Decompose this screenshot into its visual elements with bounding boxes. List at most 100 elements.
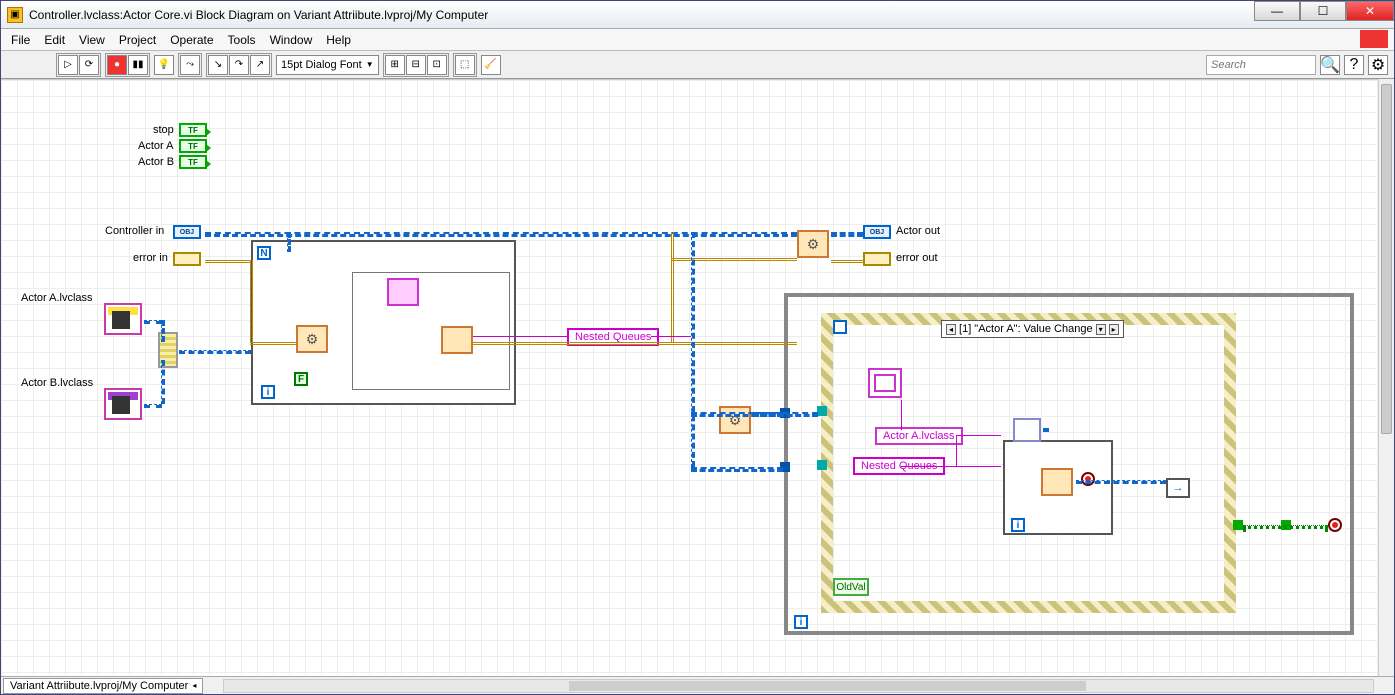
close-button[interactable]: ✕: [1346, 1, 1394, 21]
wire-classb-1[interactable]: [144, 404, 162, 408]
inner-case[interactable]: [352, 272, 510, 390]
event-data-oldval[interactable]: OldVal: [833, 578, 869, 596]
menu-help[interactable]: Help: [326, 33, 351, 47]
retain-wires-button[interactable]: ⤳: [180, 55, 200, 75]
while-loop-i[interactable]: i: [794, 615, 808, 629]
wire-classref-v[interactable]: [956, 435, 957, 466]
help-button[interactable]: ?: [1344, 55, 1364, 75]
horizontal-scrollbar[interactable]: [223, 679, 1374, 693]
wire-error-to-out[interactable]: [831, 260, 863, 263]
wire-bundle-out[interactable]: [179, 350, 251, 354]
for-loop-i[interactable]: i: [261, 385, 275, 399]
tunnel-event-left-1[interactable]: [817, 406, 827, 416]
minimize-button[interactable]: —: [1254, 1, 1300, 21]
menu-operate[interactable]: Operate: [170, 33, 213, 47]
resize-button[interactable]: ⊡: [427, 55, 447, 75]
hscroll-thumb[interactable]: [569, 681, 1086, 691]
wire-error-up[interactable]: [671, 232, 674, 342]
menu-edit[interactable]: Edit: [44, 33, 65, 47]
tunnel-event-right[interactable]: [1233, 520, 1243, 530]
settings-button[interactable]: ⚙: [1368, 55, 1388, 75]
const-class-a[interactable]: [104, 303, 142, 335]
wire-error-to-merge[interactable]: [671, 258, 797, 261]
wire-actor-down-to-event[interactable]: [691, 232, 695, 467]
wire-queue-ref-1[interactable]: [473, 336, 567, 337]
run-button[interactable]: ▷: [58, 55, 78, 75]
false-constant[interactable]: F: [294, 372, 308, 386]
run-cont-button[interactable]: ⟳: [79, 55, 99, 75]
wire-reg-to-while[interactable]: [753, 412, 818, 417]
menu-window[interactable]: Window: [270, 33, 313, 47]
wire-actor-ref-main[interactable]: [205, 232, 797, 237]
unbundle-node[interactable]: [1013, 418, 1041, 442]
merge-subvi[interactable]: [797, 230, 829, 258]
while-loop-stop[interactable]: [1328, 518, 1342, 532]
cleanup-button[interactable]: 🧹: [481, 55, 501, 75]
terminal-error-out[interactable]: [863, 252, 891, 266]
event-case-selector[interactable]: ◂ [1] "Actor A": Value Change ▾ ▸: [941, 320, 1124, 338]
font-selector[interactable]: 15pt Dialog Font ▼: [276, 55, 379, 75]
wire-classa-1[interactable]: [144, 320, 162, 324]
terminal-error-in[interactable]: [173, 252, 201, 266]
unbundle-class-const[interactable]: [387, 278, 419, 306]
wire-queue-ref-2[interactable]: [651, 336, 691, 337]
highlight-button[interactable]: 💡: [154, 55, 174, 75]
menu-tools[interactable]: Tools: [228, 33, 256, 47]
menu-view[interactable]: View: [79, 33, 105, 47]
register-events-subvi[interactable]: [719, 406, 751, 434]
terminal-actor-out[interactable]: OBJ: [863, 225, 891, 239]
wire-actor-down1[interactable]: [287, 232, 291, 252]
chevron-left-icon[interactable]: ◂: [192, 681, 196, 690]
wire-classa-2[interactable]: [161, 320, 165, 342]
wire-error-down[interactable]: [250, 260, 253, 342]
launch-actor-subvi[interactable]: [441, 326, 473, 354]
abort-button[interactable]: ●: [107, 55, 127, 75]
wire-msg-v[interactable]: [901, 400, 902, 430]
wire-classref-h[interactable]: [956, 435, 1001, 436]
vertical-scrollbar[interactable]: [1378, 79, 1394, 676]
step-in-button[interactable]: ↘: [208, 55, 228, 75]
msg-class-const[interactable]: [868, 368, 902, 398]
canvas-viewport[interactable]: stop TF Actor A TF Actor B TF Controller…: [1, 79, 1394, 676]
menu-file[interactable]: File: [11, 33, 30, 47]
wire-to-while-tunnel[interactable]: [691, 467, 783, 472]
project-path-tab[interactable]: Variant Attriibute.lvproj/My Computer ◂: [3, 678, 203, 694]
dropdown-case-icon[interactable]: ▾: [1096, 324, 1106, 335]
align-button[interactable]: ⊞: [385, 55, 405, 75]
wire-stop[interactable]: [1243, 525, 1328, 529]
step-out-button[interactable]: ↗: [250, 55, 270, 75]
next-case-icon[interactable]: ▸: [1109, 324, 1119, 335]
title-bar[interactable]: ▣ Controller.lvclass:Actor Core.vi Block…: [1, 1, 1394, 29]
scroll-thumb[interactable]: [1381, 84, 1392, 434]
terminal-stop[interactable]: TF: [179, 123, 207, 137]
wire-error-into-loop[interactable]: [250, 342, 296, 345]
label-class-a-const[interactable]: Actor A.lvclass: [875, 427, 963, 445]
terminal-controller-in[interactable]: OBJ: [173, 225, 201, 239]
const-class-b[interactable]: [104, 388, 142, 420]
wire-inner-out[interactable]: [1076, 480, 1166, 484]
menu-project[interactable]: Project: [119, 33, 156, 47]
pause-button[interactable]: ▮▮: [128, 55, 148, 75]
wire-actor-to-out[interactable]: [831, 232, 863, 237]
wire-msg-h[interactable]: [901, 466, 1001, 467]
wire-classb-2[interactable]: [161, 360, 165, 404]
event-data-node-top[interactable]: [833, 320, 847, 334]
terminal-actor-b[interactable]: TF: [179, 155, 207, 169]
search-icon[interactable]: 🔍: [1320, 55, 1340, 75]
accessor-subvi[interactable]: [296, 325, 328, 353]
indexing-output[interactable]: →: [1166, 478, 1190, 498]
for-loop-n[interactable]: N: [257, 246, 271, 260]
search-input[interactable]: [1206, 55, 1316, 75]
block-diagram-canvas[interactable]: stop TF Actor A TF Actor B TF Controller…: [1, 80, 1378, 676]
maximize-button[interactable]: ☐: [1300, 1, 1346, 21]
prev-case-icon[interactable]: ◂: [946, 324, 956, 335]
reorder-button[interactable]: ⬚: [455, 55, 475, 75]
vi-icon[interactable]: [1360, 30, 1388, 48]
wire-error-out1[interactable]: [205, 260, 250, 263]
inner-i[interactable]: i: [1011, 518, 1025, 532]
wire-ev-inner[interactable]: [1043, 428, 1049, 432]
step-over-button[interactable]: ↷: [229, 55, 249, 75]
wire-error-mid[interactable]: [471, 342, 797, 345]
send-msg-subvi[interactable]: [1041, 468, 1073, 496]
distribute-button[interactable]: ⊟: [406, 55, 426, 75]
